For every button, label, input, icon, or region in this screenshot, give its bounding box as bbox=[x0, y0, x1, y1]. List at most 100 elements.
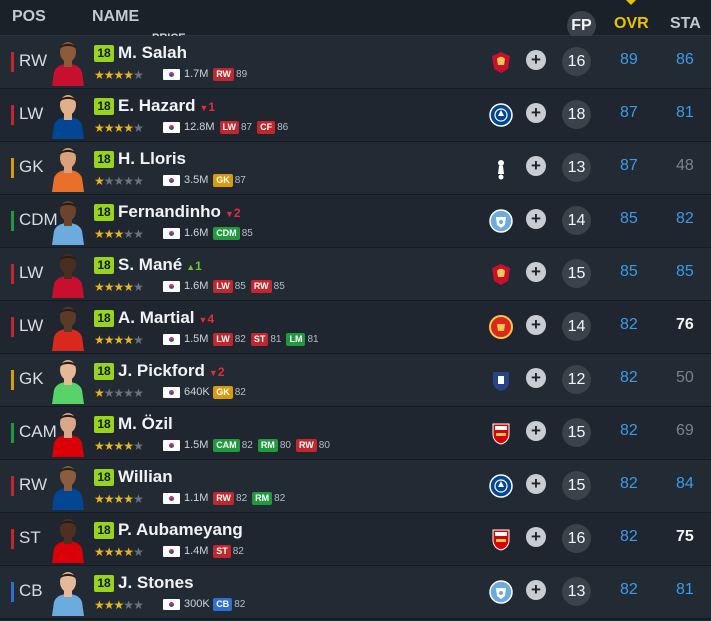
player-name-text: M. Özil bbox=[118, 414, 173, 433]
position-label: RW bbox=[19, 475, 48, 494]
position-rating-value: 82 bbox=[234, 599, 246, 610]
player-row[interactable]: GK 18 H. Lloris ★★★★★ 3.5M GK 87 +13 87 48 bbox=[0, 142, 711, 195]
player-avatar[interactable] bbox=[46, 356, 90, 404]
season-badge: 18 bbox=[94, 363, 114, 380]
player-row[interactable]: LW 18 S. Mané ▲1 ★★★★★ 1.6M LW 85 RW 85 +15 85 85 bbox=[0, 248, 711, 301]
south-korea-flag-icon bbox=[163, 281, 180, 292]
position-label: LW bbox=[19, 263, 44, 282]
plus-circle-icon[interactable]: + bbox=[526, 474, 546, 494]
skill-stars: ★★★★★ bbox=[94, 280, 144, 294]
star-icon: ★ bbox=[113, 386, 125, 400]
position-color-bar bbox=[11, 105, 14, 125]
plus-circle-icon[interactable]: + bbox=[526, 50, 546, 70]
position-rating-value: 82 bbox=[274, 493, 286, 504]
star-icon: ★ bbox=[113, 280, 125, 294]
player-name[interactable]: Willian bbox=[118, 467, 173, 487]
position-label: LW bbox=[19, 316, 44, 335]
player-row[interactable]: RW 18 M. Salah ★★★★★ 1.7M RW 89 +16 89 86 bbox=[0, 36, 711, 89]
star-icon: ★ bbox=[133, 227, 144, 241]
position-badge: LM bbox=[286, 333, 306, 346]
plus-circle-icon[interactable]: + bbox=[526, 580, 546, 600]
fp-value: 12 bbox=[562, 365, 591, 394]
fp-value: 15 bbox=[562, 418, 591, 447]
plus-circle-icon[interactable]: + bbox=[526, 368, 546, 388]
player-row[interactable]: CB 18 J. Stones ★★★★★ 300K CB 82 +13 82 81 bbox=[0, 566, 711, 619]
star-icon: ★ bbox=[94, 439, 105, 453]
player-avatar[interactable] bbox=[46, 91, 90, 139]
player-name[interactable]: E. Hazard ▼1 bbox=[118, 96, 215, 116]
position-ratings: LW 85 RW 85 bbox=[213, 280, 290, 293]
position-color-bar bbox=[11, 370, 14, 390]
player-name[interactable]: M. Özil bbox=[118, 414, 173, 434]
player-avatar[interactable] bbox=[46, 197, 90, 245]
player-name[interactable]: Fernandinho ▼2 bbox=[118, 202, 241, 222]
player-row[interactable]: GK 18 J. Pickford ▼2 ★★★★★ 640K GK 82 +12 82 50 bbox=[0, 354, 711, 407]
player-price: 640K bbox=[184, 386, 210, 398]
plus-circle-icon[interactable]: + bbox=[526, 156, 546, 176]
position-label: CB bbox=[19, 581, 43, 600]
player-avatar[interactable] bbox=[46, 515, 90, 563]
plus-circle-icon[interactable]: + bbox=[526, 262, 546, 282]
player-avatar[interactable] bbox=[46, 144, 90, 192]
player-row[interactable]: RW 18 Willian ★★★★★ 1.1M RW 82 RM 82 +15 82 84 bbox=[0, 460, 711, 513]
star-icon: ★ bbox=[113, 68, 125, 82]
header-pos[interactable]: POS bbox=[12, 8, 46, 26]
star-icon: ★ bbox=[103, 227, 115, 241]
position-ratings: GK 82 bbox=[213, 386, 251, 399]
ovr-change-value: 1 bbox=[195, 259, 202, 273]
position-rating-value: 82 bbox=[236, 493, 248, 504]
south-korea-flag-icon bbox=[163, 440, 180, 451]
plus-circle-icon[interactable]: + bbox=[526, 315, 546, 335]
south-korea-flag-icon bbox=[163, 493, 180, 504]
player-row[interactable]: ST 18 P. Aubameyang ★★★★★ 1.4M ST 82 +16 82 75 bbox=[0, 513, 711, 566]
player-avatar[interactable] bbox=[46, 462, 90, 510]
ovr-value: 82 bbox=[620, 369, 638, 386]
star-icon: ★ bbox=[133, 545, 144, 559]
sta-value: 76 bbox=[676, 316, 694, 333]
skill-stars: ★★★★★ bbox=[94, 545, 144, 559]
player-price: 1.4M bbox=[184, 545, 209, 557]
player-avatar[interactable] bbox=[46, 409, 90, 457]
player-row[interactable]: CAM 18 M. Özil ★★★★★ 1.5M CAM 82 RM 80 RW 80 +15 82 6… bbox=[0, 407, 711, 460]
player-price: 1.5M bbox=[184, 439, 209, 451]
sta-value: 81 bbox=[676, 581, 694, 598]
player-name[interactable]: M. Salah bbox=[118, 43, 187, 63]
player-name[interactable]: J. Pickford ▼2 bbox=[118, 361, 225, 381]
star-icon: ★ bbox=[113, 545, 125, 559]
header-name[interactable]: NAME bbox=[92, 8, 139, 26]
season-badge: 18 bbox=[94, 310, 114, 327]
position-badge: LW bbox=[213, 333, 233, 346]
player-row[interactable]: LW 18 A. Martial ▼4 ★★★★★ 1.5M LW 82 ST 81 LM 81 +14… bbox=[0, 301, 711, 354]
fp-value: 13 bbox=[562, 577, 591, 606]
club-crest-icon bbox=[488, 314, 514, 340]
header-sta[interactable]: STA bbox=[670, 15, 701, 33]
player-name[interactable]: H. Lloris bbox=[118, 149, 186, 169]
plus-circle-icon[interactable]: + bbox=[526, 421, 546, 441]
ovr-value: 87 bbox=[620, 157, 638, 174]
player-name[interactable]: P. Aubameyang bbox=[118, 520, 243, 540]
player-name[interactable]: A. Martial ▼4 bbox=[118, 308, 214, 328]
position-ratings: RW 82 RM 82 bbox=[213, 492, 290, 505]
player-row[interactable]: LW 18 E. Hazard ▼1 ★★★★★ 12.8M LW 87 CF 86 +18 87 81 bbox=[0, 89, 711, 142]
plus-circle-icon[interactable]: + bbox=[526, 209, 546, 229]
player-avatar[interactable] bbox=[46, 568, 90, 616]
fp-value: 16 bbox=[562, 47, 591, 76]
star-icon: ★ bbox=[123, 333, 134, 347]
star-icon: ★ bbox=[133, 598, 144, 612]
player-avatar[interactable] bbox=[46, 38, 90, 86]
player-avatar[interactable] bbox=[46, 303, 90, 351]
player-price: 1.6M bbox=[184, 280, 209, 292]
sta-value: 84 bbox=[676, 475, 694, 492]
south-korea-flag-icon bbox=[163, 599, 180, 610]
table-header: POS NAME PRICE FP OVR STA bbox=[0, 0, 711, 44]
player-name[interactable]: J. Stones bbox=[118, 573, 194, 593]
player-name[interactable]: S. Mané ▲1 bbox=[118, 255, 202, 275]
star-icon: ★ bbox=[123, 68, 134, 82]
plus-circle-icon[interactable]: + bbox=[526, 103, 546, 123]
plus-circle-icon[interactable]: + bbox=[526, 527, 546, 547]
position-badge: RM bbox=[257, 439, 278, 452]
fp-value: 16 bbox=[562, 524, 591, 553]
player-avatar[interactable] bbox=[46, 250, 90, 298]
player-row[interactable]: CDM 18 Fernandinho ▼2 ★★★★★ 1.6M CDM 85 +14 85 82 bbox=[0, 195, 711, 248]
header-ovr[interactable]: OVR bbox=[614, 15, 649, 33]
